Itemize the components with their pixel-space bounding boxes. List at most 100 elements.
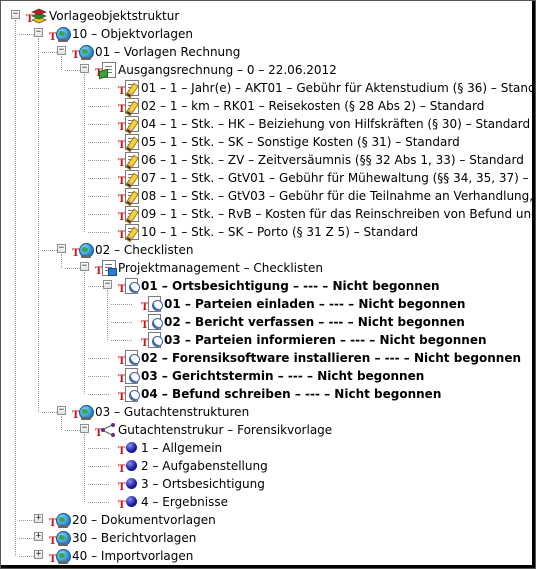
tree-node-label: 2 – Aufgabenstellung bbox=[141, 459, 268, 473]
tree-node-label: 03 – Gerichtstermin – --- – Nicht begonn… bbox=[141, 369, 425, 383]
tree-row[interactable]: T 08 – 1 – Stk. – GtV03 – Gebühr für die … bbox=[1, 187, 532, 205]
tree-node-label: 40 – Importvorlagen bbox=[72, 549, 194, 563]
tree-node-label: 1 – Allgemein bbox=[141, 441, 223, 455]
globe-stand bbox=[81, 57, 91, 60]
tree-node-label: 20 – Dokumentvorlagen bbox=[72, 513, 216, 527]
tree-row[interactable]: T2 – Aufgabenstellung bbox=[1, 457, 532, 475]
tree-row[interactable]: T 02 – Bericht verfassen – --- – Nicht be… bbox=[1, 313, 532, 331]
document-shape bbox=[148, 314, 163, 330]
tree-row[interactable]: T 07 – 1 – Stk. – GtV01 – Gebühr für Mühe… bbox=[1, 169, 532, 187]
collapse-toggle[interactable]: − bbox=[34, 28, 43, 37]
tree-node-label: 06 – 1 – Stk. – ZV – Zeitversäumnis (§§ … bbox=[141, 153, 524, 167]
pencil-document-icon bbox=[122, 115, 140, 133]
tree-node-label: 01 – Parteien einladen – --- – Nicht beg… bbox=[164, 297, 466, 311]
globe-icon bbox=[53, 511, 71, 529]
tree-row[interactable]: − T Projektmanagement – Checklisten bbox=[1, 259, 532, 277]
tree-connector bbox=[88, 448, 109, 449]
tree-row[interactable]: T 05 – 1 – Stk. – SK – Sonstige Kosten (§… bbox=[1, 133, 532, 151]
tree-node-label: 07 – 1 – Stk. – GtV01 – Gebühr für Mühew… bbox=[141, 171, 532, 185]
tree-row[interactable]: T 03 – Gerichtstermin – --- – Nicht begon… bbox=[1, 367, 532, 385]
collapse-toggle[interactable]: − bbox=[11, 10, 20, 19]
tree-row[interactable]: T 03 – Parteien informieren – --- – Nicht… bbox=[1, 331, 532, 349]
tree-row[interactable]: − T 03 – Gutachtenstrukturen bbox=[1, 403, 532, 421]
tree-connector bbox=[88, 358, 109, 359]
globe-stand bbox=[58, 525, 68, 528]
ball-shape bbox=[126, 460, 137, 471]
tree-guide-line bbox=[107, 290, 108, 340]
tree-node-label: Ausgangsrechnung – 0 – 22.06.2012 bbox=[118, 63, 337, 77]
tree-connector bbox=[88, 466, 109, 467]
tree-guide-line bbox=[84, 434, 85, 502]
collapse-toggle[interactable]: − bbox=[80, 262, 89, 271]
tree-row[interactable]: T 04 – Befund schreiben – --- – Nicht beg… bbox=[1, 385, 532, 403]
tree-connector bbox=[111, 322, 132, 323]
globe-stand bbox=[81, 255, 91, 258]
checklist-document-icon bbox=[99, 259, 117, 277]
document-shape bbox=[125, 206, 139, 222]
expand-toggle[interactable]: + bbox=[34, 514, 43, 523]
tree-node-label: 04 – Befund schreiben – --- – Nicht bego… bbox=[141, 387, 442, 401]
blue-ball-icon bbox=[122, 457, 140, 475]
tree-row[interactable]: − T 10 – Objektvorlagen bbox=[1, 25, 532, 43]
globe-stand bbox=[81, 417, 91, 420]
collapse-toggle[interactable]: − bbox=[57, 406, 66, 415]
document-shape bbox=[125, 368, 140, 384]
tree-row[interactable]: T 02 – Forensiksoftware installieren – --… bbox=[1, 349, 532, 367]
tree-connector bbox=[88, 394, 109, 395]
expand-toggle[interactable]: + bbox=[34, 532, 43, 541]
tree-node-label: 05 – 1 – Stk. – SK – Sonstige Kosten (§ … bbox=[141, 135, 460, 149]
tree-node-label: 03 – Parteien informieren – --- – Nicht … bbox=[164, 333, 487, 347]
tree-row[interactable]: + T 20 – Dokumentvorlagen bbox=[1, 511, 532, 529]
tree-row[interactable]: − T Vorlageobjektstruktur bbox=[1, 7, 532, 25]
tree-row[interactable]: − T 01 – Ortsbesichtigung – --- – Nicht be… bbox=[1, 277, 532, 295]
tree-guide-line bbox=[15, 20, 16, 556]
tree-row[interactable]: − T 02 – Checklisten bbox=[1, 241, 532, 259]
pencil-document-icon bbox=[122, 97, 140, 115]
tree-node-label: Vorlageobjektstruktur bbox=[49, 9, 180, 23]
pencil-document-icon bbox=[122, 187, 140, 205]
tree-row[interactable]: T1 – Allgemein bbox=[1, 439, 532, 457]
tree-node-label: 09 – 1 – Stk. – RvB – Kosten für das Rei… bbox=[141, 207, 532, 221]
invoice-document-icon bbox=[99, 61, 117, 79]
tree-connector bbox=[111, 304, 132, 305]
tree-guide-line bbox=[61, 254, 62, 268]
tree-connector bbox=[88, 376, 109, 377]
tree-row[interactable]: T 09 – 1 – Stk. – RvB – Kosten für das Re… bbox=[1, 205, 532, 223]
tree-connector bbox=[88, 502, 109, 503]
globe-icon bbox=[76, 241, 94, 259]
globe-icon bbox=[76, 403, 94, 421]
tree-row[interactable]: T4 – Ergebnisse bbox=[1, 493, 532, 511]
clock-document-icon bbox=[122, 367, 140, 385]
expand-toggle[interactable]: + bbox=[34, 550, 43, 559]
tree-node-label: 02 – Bericht verfassen – --- – Nicht beg… bbox=[164, 315, 465, 329]
tree-row[interactable]: T 04 – 1 – Stk. – HK – Beiziehung von Hil… bbox=[1, 115, 532, 133]
tree-row[interactable]: −TAusgangsrechnung – 0 – 22.06.2012 bbox=[1, 61, 532, 79]
tree-row[interactable]: + T 30 – Berichtvorlagen bbox=[1, 529, 532, 547]
blue-ball-icon bbox=[122, 493, 140, 511]
tree-row[interactable]: + T 40 – Importvorlagen bbox=[1, 547, 532, 565]
globe-icon bbox=[53, 25, 71, 43]
tree-guide-line bbox=[38, 38, 39, 412]
window-shadow-right bbox=[532, 1, 535, 568]
share-link bbox=[102, 424, 114, 430]
tree-guide-line bbox=[61, 56, 62, 70]
tree-row[interactable]: − T 01 – Vorlagen Rechnung bbox=[1, 43, 532, 61]
tree-row[interactable]: T 10 – 1 – Stk. – SK – Porto (§ 31 Z 5) –… bbox=[1, 223, 532, 241]
tree-connector bbox=[88, 106, 109, 107]
tree-row[interactable]: T3 – Ortsbesichtigung bbox=[1, 475, 532, 493]
tree-row[interactable]: T 06 – 1 – Stk. – ZV – Zeitversäumnis (§§… bbox=[1, 151, 532, 169]
tree-row[interactable]: T 01 – 1 – Jahr(e) – AKT01 – Gebühr für A… bbox=[1, 79, 532, 97]
tree-row[interactable]: T 02 – 1 – km – RK01 – Reisekosten (§ 28 … bbox=[1, 97, 532, 115]
pencil-document-icon bbox=[122, 151, 140, 169]
collapse-toggle[interactable]: − bbox=[57, 46, 66, 55]
tree-row[interactable]: − T Gutachtenstrukur – Forensikvorlage bbox=[1, 421, 532, 439]
collapse-toggle[interactable]: − bbox=[103, 280, 112, 289]
clock-document-icon bbox=[145, 313, 163, 331]
document-shape bbox=[125, 224, 139, 240]
tree-node-label: 10 – Objektvorlagen bbox=[72, 27, 194, 41]
tree-connector bbox=[88, 232, 109, 233]
collapse-toggle[interactable]: − bbox=[80, 64, 89, 73]
tree-row[interactable]: T 01 – Parteien einladen – --- – Nicht be… bbox=[1, 295, 532, 313]
collapse-toggle[interactable]: − bbox=[57, 244, 66, 253]
collapse-toggle[interactable]: − bbox=[80, 424, 89, 433]
